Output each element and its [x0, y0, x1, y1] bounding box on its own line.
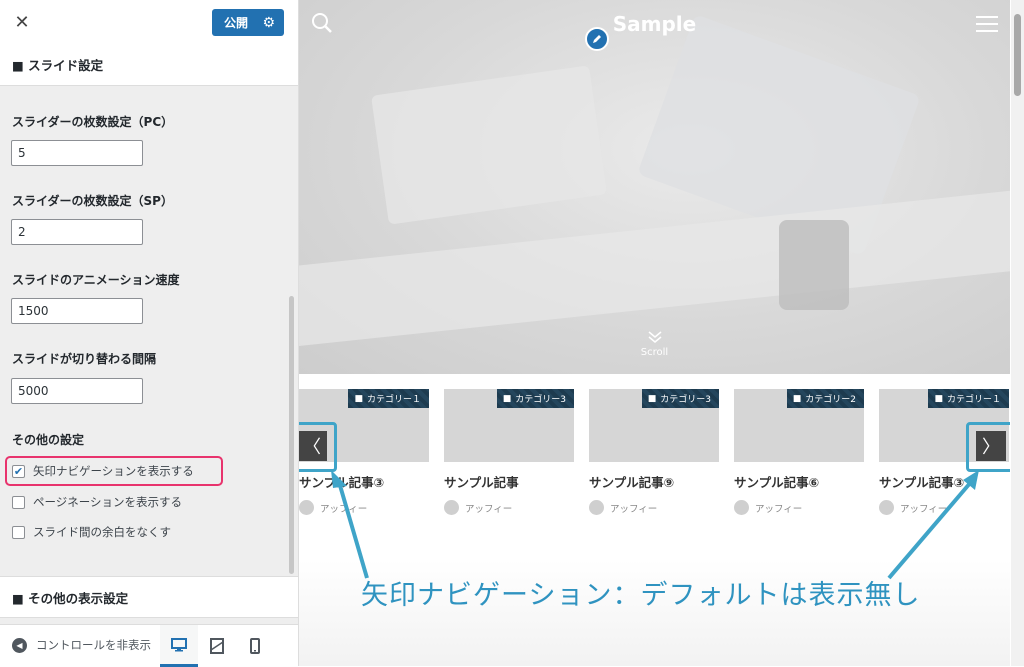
slider-count-pc-input[interactable]: [11, 140, 143, 166]
checkbox[interactable]: [12, 525, 25, 539]
slide-interval-input[interactable]: [11, 378, 143, 404]
other-settings-label: その他の設定: [12, 433, 85, 447]
scrollbar-thumb[interactable]: [1014, 14, 1021, 96]
panel-scrollbar[interactable]: [289, 296, 294, 574]
panel-footer: ◀ コントロールを非表示: [0, 624, 298, 667]
slider-count-sp-label: スライダーの枚数設定（SP）: [12, 194, 173, 208]
hide-controls-label: コントロールを非表示: [36, 638, 151, 652]
section-title[interactable]: ■ スライド設定: [0, 44, 298, 86]
animation-speed-label: スライドのアニメーション速度: [12, 273, 180, 287]
slider-count-sp-input[interactable]: [11, 219, 143, 245]
mobile-icon[interactable]: [236, 625, 274, 667]
hide-controls-button[interactable]: ◀ コントロールを非表示: [12, 637, 151, 653]
slider-count-pc-label: スライダーの枚数設定（PC）: [12, 115, 174, 129]
tablet-icon[interactable]: [198, 625, 236, 667]
arrow-nav-checkbox-row[interactable]: ✔ 矢印ナビゲーションを表示する: [12, 463, 194, 479]
pagination-checkbox-row[interactable]: ページネーションを表示する: [12, 494, 182, 510]
arrow-nav-label: 矢印ナビゲーションを表示する: [33, 464, 194, 478]
annotation-arrows: [331, 470, 979, 580]
no-gap-checkbox-row[interactable]: スライド間の余白をなくす: [12, 524, 171, 540]
desktop-icon[interactable]: [160, 625, 198, 667]
publish-button[interactable]: 公開 ⚙: [212, 9, 284, 36]
customizer-panel: ✕ 公開 ⚙ ■ スライド設定 スライダーの枚数設定（PC） スライダーの枚数設…: [0, 0, 299, 667]
no-gap-label: スライド間の余白をなくす: [33, 525, 171, 539]
annotation-text: 矢印ナビゲーション：デフォルトは表示無し: [361, 580, 921, 611]
preview-scrollbar[interactable]: [1011, 0, 1024, 666]
gear-icon[interactable]: ⚙: [262, 15, 275, 31]
other-display-settings-section[interactable]: ■ その他の表示設定: [0, 576, 298, 618]
panel-header: ✕ 公開 ⚙: [0, 0, 298, 45]
animation-speed-input[interactable]: [11, 298, 143, 324]
checkbox-checked[interactable]: ✔: [12, 464, 25, 478]
checkbox[interactable]: [12, 495, 25, 509]
collapse-left-icon: ◀: [12, 637, 27, 653]
slide-interval-label: スライドが切り替わる間隔: [12, 352, 157, 366]
pagination-label: ページネーションを表示する: [33, 495, 183, 509]
publish-label: 公開: [224, 16, 249, 30]
close-button[interactable]: ✕: [0, 0, 44, 44]
site-preview: Sample Scroll ■カテゴリー１ サンプル記事③ アッフィー ■カテゴ…: [299, 0, 1010, 666]
